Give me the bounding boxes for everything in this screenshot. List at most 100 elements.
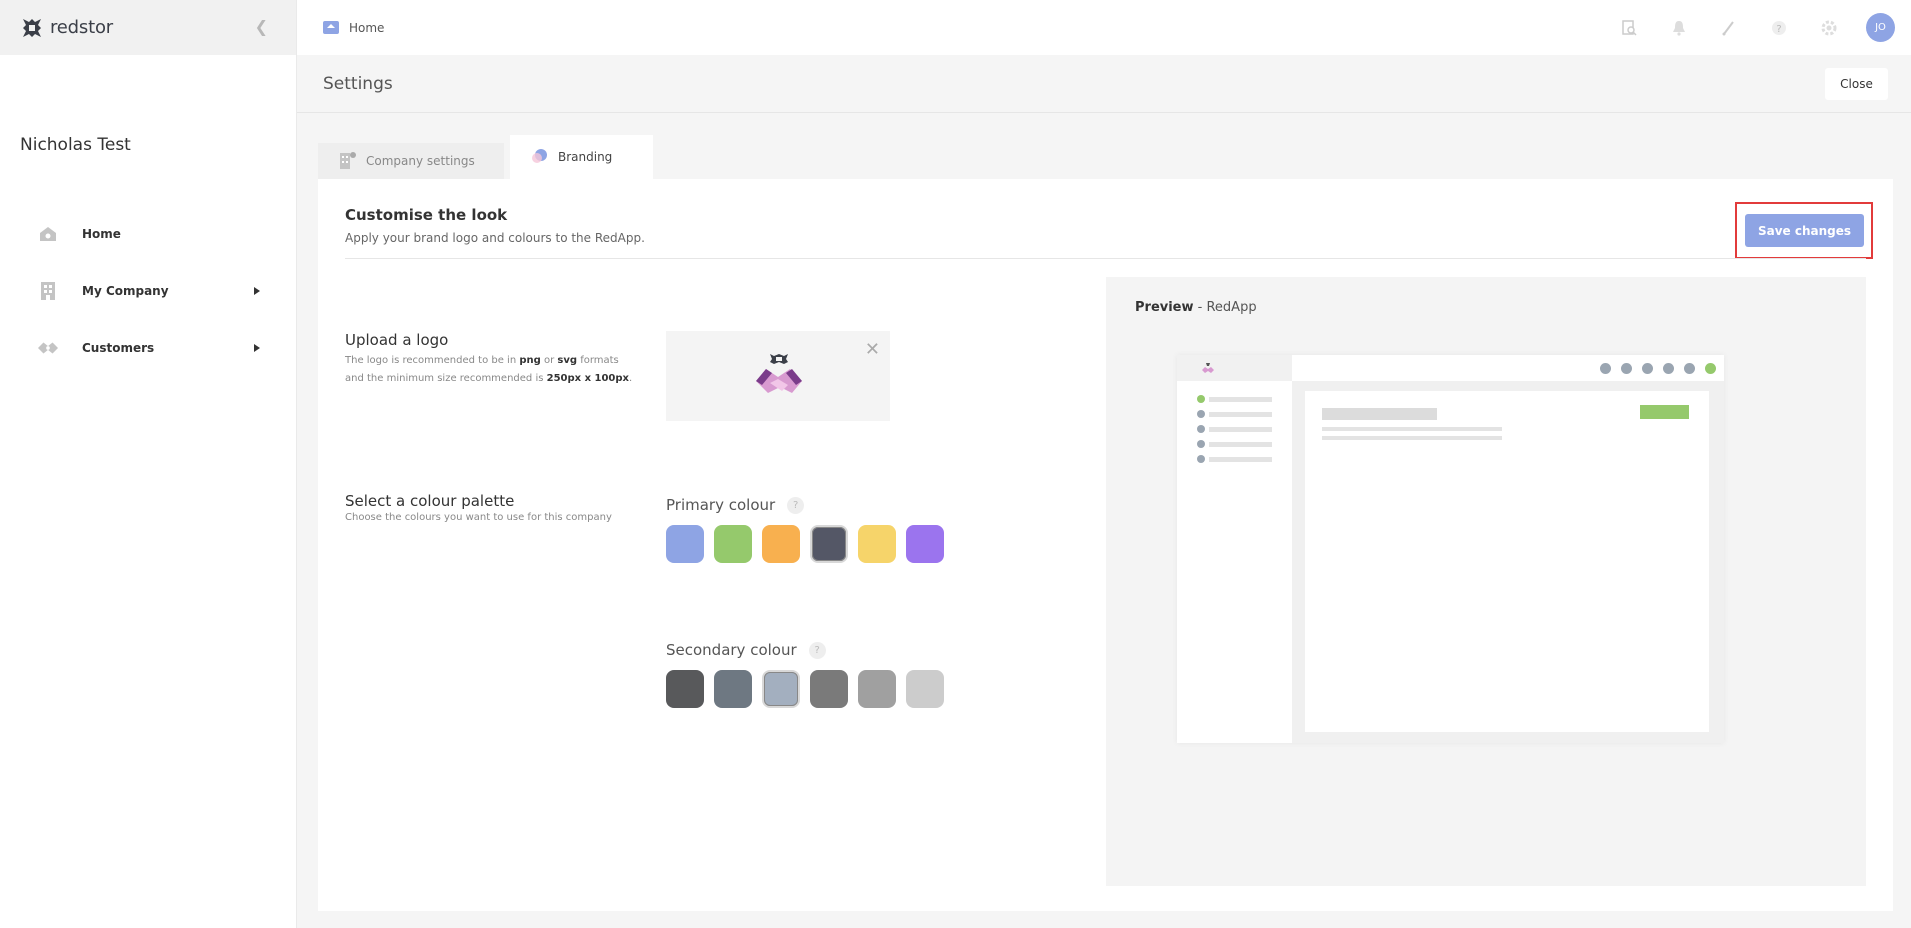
primary-colour-swatch-4[interactable] xyxy=(810,525,848,563)
chevron-right-icon xyxy=(254,286,260,295)
sidebar-nav: Home My Company Customers xyxy=(0,205,296,376)
secondary-colour-swatch-5[interactable] xyxy=(858,670,896,708)
mock-nav-bullet xyxy=(1197,395,1205,403)
topbar-actions: ? JO xyxy=(1616,13,1895,42)
mock-text-line xyxy=(1322,427,1502,431)
sidebar-item-label: Home xyxy=(82,226,121,241)
sidebar-item-label: Customers xyxy=(82,340,155,355)
mock-topbar-dot xyxy=(1684,363,1695,374)
secondary-swatches xyxy=(666,670,944,708)
sidebar-item-my-company[interactable]: My Company xyxy=(0,262,296,319)
mock-topbar-dot xyxy=(1621,363,1632,374)
settings-tabs: Company settings Branding xyxy=(318,135,653,179)
mock-nav-bullet xyxy=(1197,440,1205,448)
primary-colour-swatch-3[interactable] xyxy=(762,525,800,563)
palette-subtitle: Choose the colours you want to use for t… xyxy=(345,512,612,523)
home-icon[interactable] xyxy=(323,19,339,37)
help-icon[interactable]: ? xyxy=(787,496,805,514)
primary-colour-swatch-6[interactable] xyxy=(906,525,944,563)
primary-colour-text: Primary colour xyxy=(666,496,776,514)
mock-nav-line xyxy=(1209,397,1272,402)
company-name: Nicholas Test xyxy=(20,135,131,155)
secondary-colour-label: Secondary colour ? xyxy=(666,641,826,659)
mock-sidebar-header xyxy=(1177,355,1292,381)
mock-content xyxy=(1305,391,1709,732)
sidebar-item-label: My Company xyxy=(82,283,169,298)
handshake-icon xyxy=(38,338,58,358)
chevron-right-icon xyxy=(254,343,260,352)
mock-topbar-dot xyxy=(1705,363,1716,374)
avatar[interactable]: JO xyxy=(1866,13,1895,42)
sidebar-header: redstor ❮ xyxy=(0,0,296,55)
mock-accent-button xyxy=(1640,405,1689,419)
mock-nav-line xyxy=(1209,412,1272,417)
palette-icon xyxy=(532,148,548,167)
branding-card: Customise the look Apply your brand logo… xyxy=(318,179,1893,911)
tab-label: Company settings xyxy=(366,154,475,168)
logo-upload-area[interactable]: ✕ xyxy=(666,331,890,421)
breadcrumb-home[interactable]: Home xyxy=(349,21,384,35)
secondary-colour-swatch-2[interactable] xyxy=(714,670,752,708)
brand-logo[interactable]: redstor xyxy=(20,16,113,40)
secondary-colour-swatch-1[interactable] xyxy=(666,670,704,708)
mock-text-line xyxy=(1322,436,1502,440)
svg-text:?: ? xyxy=(1776,24,1781,35)
home-icon xyxy=(38,224,58,244)
primary-colour-swatch-1[interactable] xyxy=(666,525,704,563)
sidebar-item-customers[interactable]: Customers xyxy=(0,319,296,376)
mock-topbar xyxy=(1292,355,1724,381)
tab-company-settings[interactable]: Company settings xyxy=(318,143,504,179)
upload-logo-title: Upload a logo xyxy=(345,331,449,349)
help-icon[interactable]: ? xyxy=(1766,15,1792,41)
mock-topbar-dot xyxy=(1663,363,1674,374)
close-icon[interactable]: ✕ xyxy=(865,339,880,360)
primary-colour-swatch-5[interactable] xyxy=(858,525,896,563)
secondary-colour-swatch-3[interactable] xyxy=(762,670,800,708)
secondary-colour-text: Secondary colour xyxy=(666,641,797,659)
tab-branding[interactable]: Branding xyxy=(510,135,653,179)
preview-title: Preview - RedApp xyxy=(1135,300,1257,315)
building-icon xyxy=(340,151,356,172)
primary-colour-label: Primary colour ? xyxy=(666,496,805,514)
divider xyxy=(345,258,1866,259)
primary-swatches xyxy=(666,525,944,563)
mock-sidebar xyxy=(1177,355,1292,743)
topbar: Home ? JO xyxy=(297,0,1911,55)
mock-nav-bullet xyxy=(1197,425,1205,433)
preview-panel: Preview - RedApp xyxy=(1106,277,1866,886)
help-icon[interactable]: ? xyxy=(808,641,826,659)
mock-nav-line xyxy=(1209,457,1272,462)
mock-nav-line xyxy=(1209,442,1272,447)
search-icon[interactable] xyxy=(1616,15,1642,41)
preview-mockup xyxy=(1177,355,1724,743)
building-icon xyxy=(38,281,58,301)
bell-icon[interactable] xyxy=(1666,15,1692,41)
upload-logo-description: The logo is recommended to be in png or … xyxy=(345,355,633,384)
secondary-colour-swatch-4[interactable] xyxy=(810,670,848,708)
tab-label: Branding xyxy=(558,150,613,164)
mock-nav-bullet xyxy=(1197,410,1205,418)
mock-topbar-dot xyxy=(1600,363,1611,374)
sidebar: redstor ❮ Nicholas Test Home My Company … xyxy=(0,0,297,928)
gear-icon[interactable] xyxy=(1816,15,1842,41)
save-changes-button[interactable]: Save changes xyxy=(1745,214,1864,247)
breadcrumb: Home xyxy=(323,19,384,37)
section-title: Customise the look xyxy=(345,206,508,224)
uploaded-logo-image xyxy=(756,354,802,393)
primary-colour-swatch-2[interactable] xyxy=(714,525,752,563)
settings-header: Settings Close xyxy=(297,55,1911,113)
sidebar-item-home[interactable]: Home xyxy=(0,205,296,262)
close-button[interactable]: Close xyxy=(1825,68,1888,100)
redstor-logo-icon xyxy=(23,18,41,37)
mock-logo-icon xyxy=(1202,363,1214,373)
collapse-sidebar-icon[interactable]: ❮ xyxy=(255,17,268,36)
stats-icon[interactable] xyxy=(1716,15,1742,41)
mock-heading xyxy=(1322,408,1437,420)
secondary-colour-swatch-6[interactable] xyxy=(906,670,944,708)
section-subtitle: Apply your brand logo and colours to the… xyxy=(345,231,645,245)
mock-topbar-dot xyxy=(1642,363,1653,374)
mock-topbar-icons xyxy=(1600,363,1716,374)
palette-title: Select a colour palette xyxy=(345,492,515,510)
brand-name: redstor xyxy=(50,17,113,38)
mock-nav-bullet xyxy=(1197,455,1205,463)
